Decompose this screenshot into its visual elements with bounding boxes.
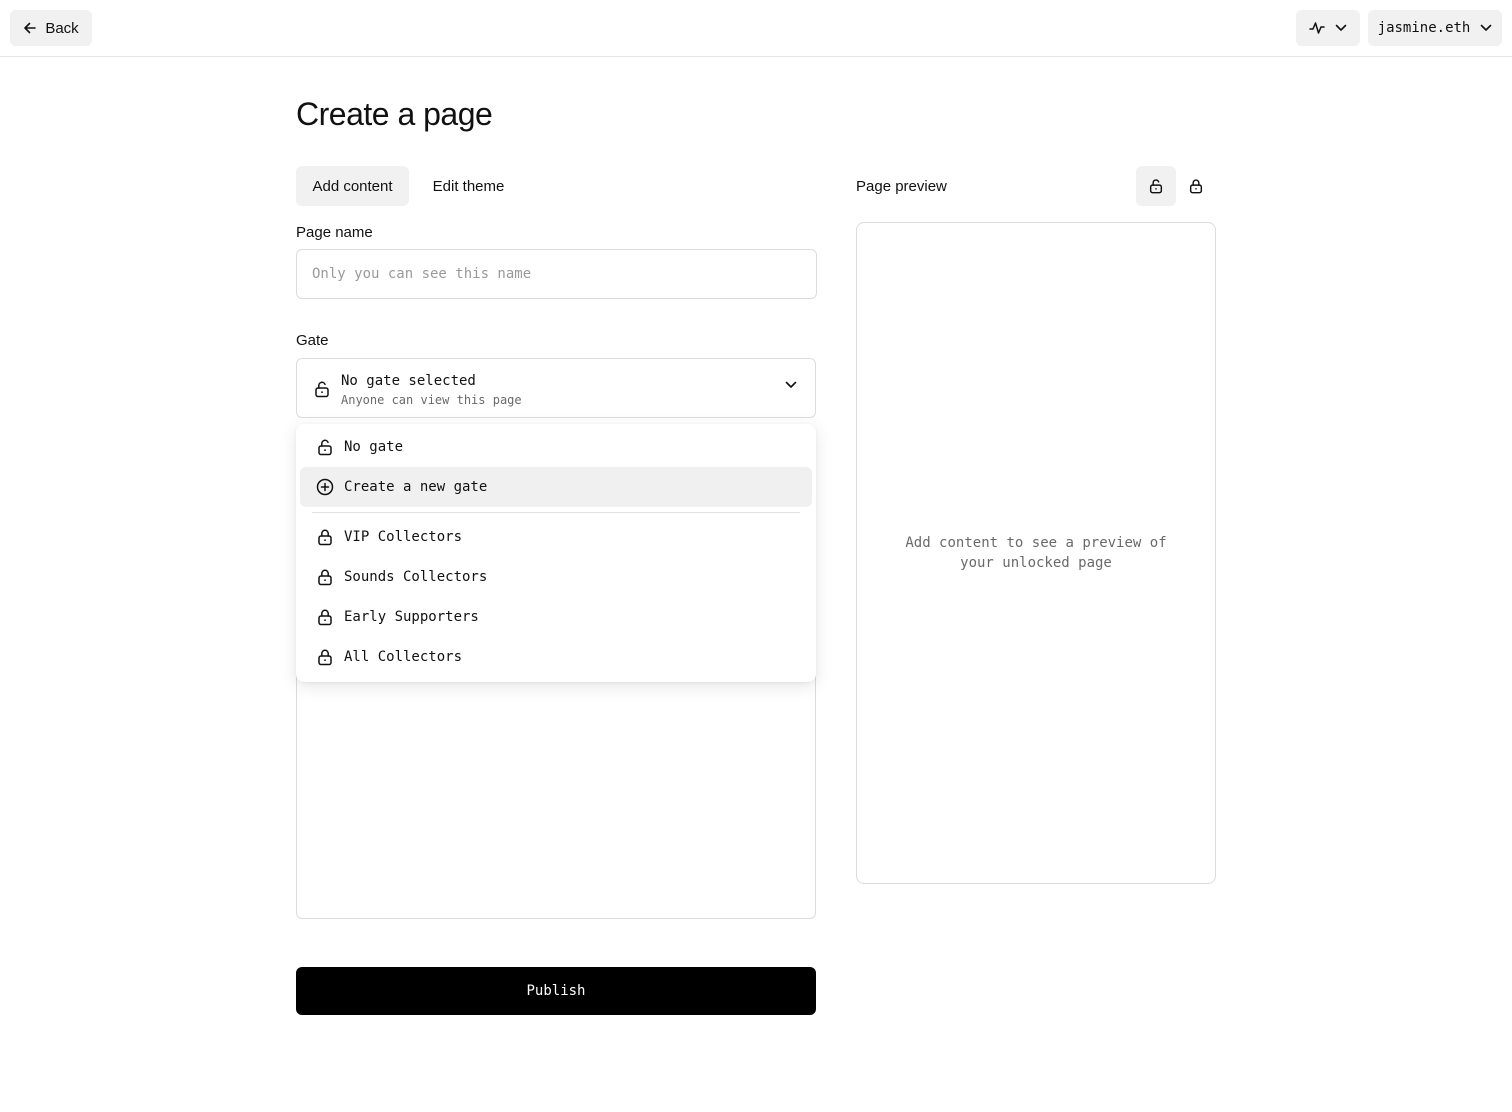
- tab-edit-theme[interactable]: Edit theme: [417, 166, 520, 206]
- page-title: Create a page: [296, 96, 493, 132]
- preview-locked-toggle[interactable]: [1176, 166, 1216, 206]
- activity-menu-button[interactable]: [1296, 10, 1360, 46]
- gate-option-no-gate[interactable]: No gate: [300, 427, 812, 467]
- dropdown-divider: [312, 512, 800, 513]
- page-name-input[interactable]: [296, 249, 817, 299]
- gate-selected-title: No gate selected: [341, 373, 476, 389]
- gate-option-all-collectors[interactable]: All Collectors: [300, 637, 812, 677]
- lock-icon: [1188, 178, 1204, 194]
- gate-option-label: VIP Collectors: [344, 529, 463, 545]
- back-label: Back: [45, 19, 79, 37]
- plus-circle-icon: [316, 478, 334, 496]
- unlock-icon: [1148, 178, 1164, 194]
- tab-add-content[interactable]: Add content: [296, 166, 409, 206]
- gate-option-vip-collectors[interactable]: VIP Collectors: [300, 517, 812, 557]
- gate-option-create-new[interactable]: Create a new gate: [300, 467, 812, 507]
- page-name-label: Page name: [296, 224, 373, 241]
- gate-option-label: Early Supporters: [344, 609, 479, 625]
- activity-icon: [1309, 21, 1325, 35]
- gate-option-label: No gate: [344, 439, 404, 455]
- gate-option-early-supporters[interactable]: Early Supporters: [300, 597, 812, 637]
- gate-selected-subtitle: Anyone can view this page: [341, 393, 522, 407]
- page-preview-panel: Add content to see a preview of your unl…: [856, 222, 1216, 884]
- preview-unlocked-toggle[interactable]: [1136, 166, 1176, 206]
- publish-label: Publish: [526, 983, 586, 999]
- gate-dropdown-menu: No gate Create a new gate VIP Collectors: [296, 424, 816, 682]
- lock-icon: [316, 568, 334, 586]
- gate-option-label: All Collectors: [344, 649, 463, 665]
- chevron-down-icon: [1480, 24, 1492, 32]
- gate-option-sounds-collectors[interactable]: Sounds Collectors: [300, 557, 812, 597]
- publish-button[interactable]: Publish: [296, 967, 816, 1015]
- tab-label: Edit theme: [432, 177, 505, 195]
- account-menu-button[interactable]: jasmine.eth: [1368, 10, 1502, 46]
- tab-label: Add content: [312, 177, 393, 195]
- content-area[interactable]: [296, 660, 816, 919]
- lock-icon: [316, 608, 334, 626]
- top-bar: Back jasmine.eth: [0, 0, 1512, 57]
- account-name: jasmine.eth: [1377, 20, 1471, 36]
- chevron-down-icon: [785, 381, 797, 389]
- lock-icon: [316, 528, 334, 546]
- back-button[interactable]: Back: [10, 10, 92, 46]
- unlock-icon: [316, 438, 334, 456]
- gate-option-label: Create a new gate: [344, 479, 488, 495]
- gate-option-label: Sounds Collectors: [344, 569, 488, 585]
- unlock-icon: [313, 380, 331, 398]
- preview-empty-message: Add content to see a preview of your unl…: [905, 535, 1167, 571]
- chevron-down-icon: [1335, 24, 1347, 32]
- page-preview-label: Page preview: [856, 178, 947, 195]
- arrow-left-icon: [23, 21, 37, 35]
- lock-icon: [316, 648, 334, 666]
- gate-label: Gate: [296, 332, 329, 349]
- gate-select[interactable]: No gate selected Anyone can view this pa…: [296, 358, 816, 418]
